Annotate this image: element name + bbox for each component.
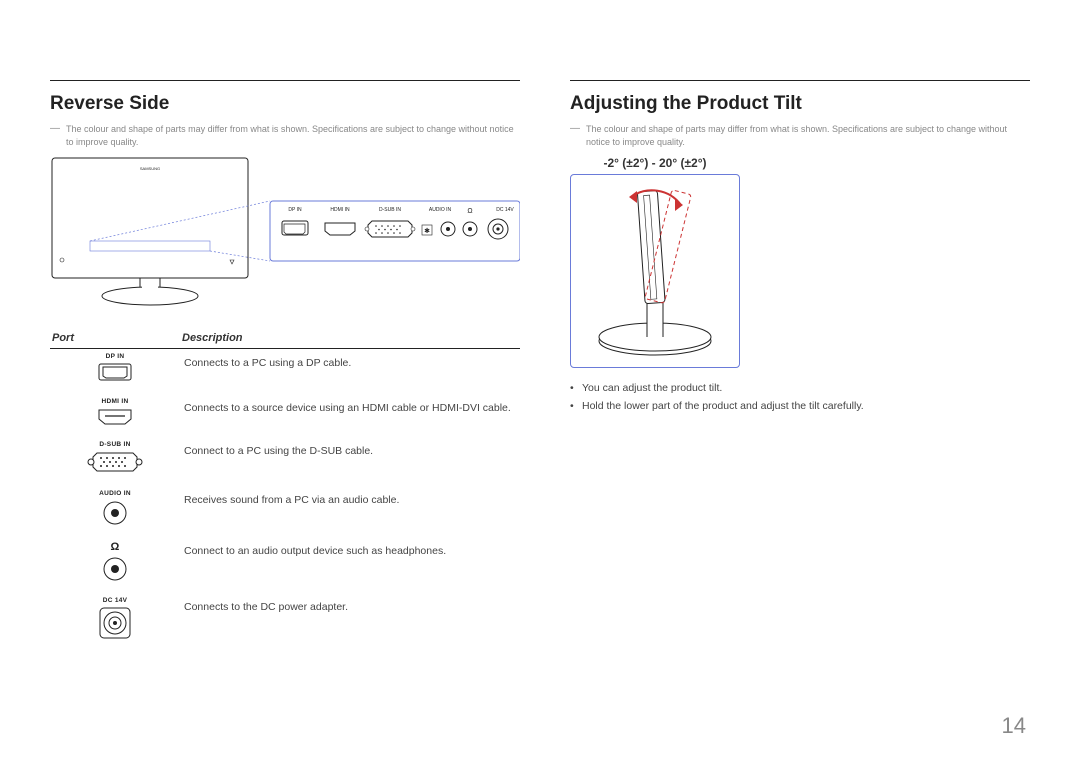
headphone-icon: Ω <box>54 541 176 555</box>
table-row: Ω Connect to an audio output device such… <box>50 537 520 593</box>
left-column: Reverse Side ― The colour and shape of p… <box>50 80 520 650</box>
port-desc: Connects to a source device using an HDM… <box>180 394 520 437</box>
tilt-bullets: You can adjust the product tilt. Hold th… <box>570 382 1030 412</box>
svg-text:Ω: Ω <box>467 208 472 215</box>
note-row: ― The colour and shape of parts may diff… <box>570 123 1030 148</box>
table-row: HDMI IN Connects to a source device usin… <box>50 394 520 437</box>
reverse-side-note: The colour and shape of parts may differ… <box>66 123 520 148</box>
monitor-rear-svg: SAMSUNG DP IN HDMI IN <box>50 156 520 316</box>
bullet-item: You can adjust the product tilt. <box>570 382 1030 394</box>
port-description-table: Port Description DP IN Connects to a PC … <box>50 328 520 650</box>
monitor-brand-text: SAMSUNG <box>140 166 160 171</box>
port-desc: Connect to a PC using the D-SUB cable. <box>180 437 520 486</box>
bullet-item: Hold the lower part of the product and a… <box>570 400 1030 412</box>
port-label: DC 14V <box>54 597 176 606</box>
table-row: DC 14V Connects to the DC power adapter. <box>50 593 520 650</box>
table-row: AUDIO IN Receives sound from a PC via an… <box>50 486 520 537</box>
tilt-illustration-frame <box>570 174 740 368</box>
reverse-side-illustration: SAMSUNG DP IN HDMI IN <box>50 156 520 316</box>
dsub-port-icon <box>87 450 143 476</box>
svg-text:D-SUB IN: D-SUB IN <box>379 207 401 213</box>
svg-text:✱: ✱ <box>424 227 430 235</box>
reverse-side-title: Reverse Side <box>50 93 520 115</box>
note-dash-icon: ― <box>50 123 60 135</box>
dp-port-icon <box>95 362 135 384</box>
svg-text:DC 14V: DC 14V <box>496 207 514 213</box>
note-row: ― The colour and shape of parts may diff… <box>50 123 520 148</box>
port-header: Port <box>50 328 180 349</box>
port-label: DP IN <box>54 353 176 362</box>
note-dash-icon: ― <box>570 123 580 135</box>
port-label: HDMI IN <box>54 398 176 407</box>
table-row: DP IN Connects to a PC using a DP cable. <box>50 349 520 395</box>
right-column: Adjusting the Product Tilt ― The colour … <box>570 80 1030 650</box>
port-label: D-SUB IN <box>54 441 176 450</box>
svg-text:AUDIO IN: AUDIO IN <box>429 207 452 213</box>
svg-text:HDMI IN: HDMI IN <box>330 207 350 213</box>
tilt-note: The colour and shape of parts may differ… <box>586 123 1030 148</box>
audio-jack-icon <box>101 499 129 527</box>
tilt-title: Adjusting the Product Tilt <box>570 93 1030 115</box>
port-desc: Receives sound from a PC via an audio ca… <box>180 486 520 537</box>
table-row: D-SUB IN Connect to a PC us <box>50 437 520 486</box>
port-label: AUDIO IN <box>54 490 176 499</box>
svg-text:DP IN: DP IN <box>288 207 302 213</box>
port-desc: Connect to an audio output device such a… <box>180 537 520 593</box>
dc-port-icon <box>98 606 132 640</box>
port-desc: Connects to the DC power adapter. <box>180 593 520 650</box>
description-header: Description <box>180 328 520 349</box>
tilt-illustration-svg <box>577 181 733 361</box>
page-number: 14 <box>1002 713 1026 739</box>
port-desc: Connects to a PC using a DP cable. <box>180 349 520 395</box>
headphone-jack-icon <box>101 555 129 583</box>
tilt-range-caption: -2° (±2°) - 20° (±2°) <box>570 156 740 170</box>
hdmi-port-icon <box>95 407 135 427</box>
